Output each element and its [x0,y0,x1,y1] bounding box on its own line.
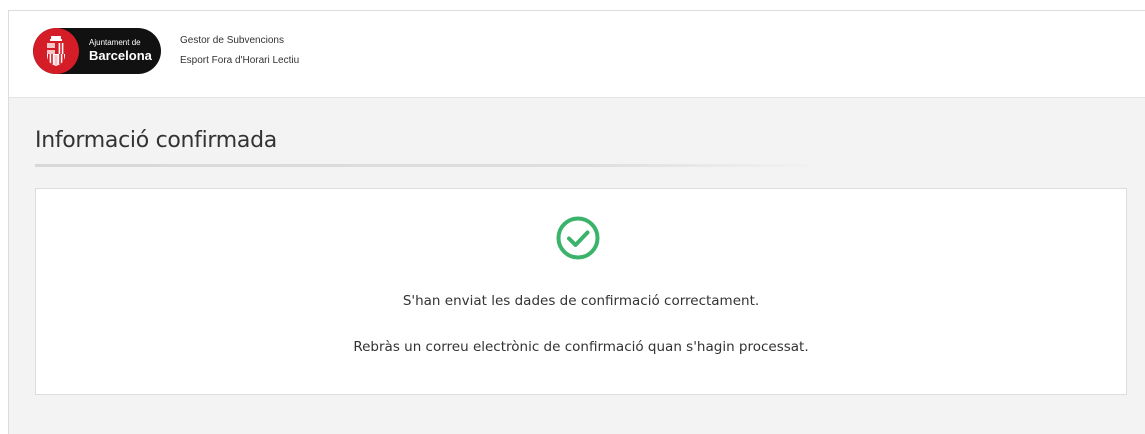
email-notice-message: Rebràs un correu electrònic de confirmac… [353,339,809,355]
title-divider [35,164,825,167]
logo-text-small: Ajuntament de [89,38,141,47]
site-header: Ajuntament de Barcelona Gestor de Subven… [9,11,1145,98]
logo-text-barcelona: Barcelona [89,48,152,63]
app-frame: Ajuntament de Barcelona Gestor de Subven… [8,10,1145,434]
ajuntament-barcelona-logo[interactable]: Ajuntament de Barcelona [33,28,161,74]
page-title: Informació confirmada [35,128,277,153]
check-circle-icon [555,215,601,261]
app-subtitle: Esport Fora d'Horari Lectiu [180,55,300,66]
confirmation-card: S'han enviat les dades de confirmació co… [35,188,1127,395]
barcelona-shield-icon [33,28,79,74]
app-title: Gestor de Subvencions [180,35,284,46]
confirmation-message: S'han enviat les dades de confirmació co… [402,293,760,309]
